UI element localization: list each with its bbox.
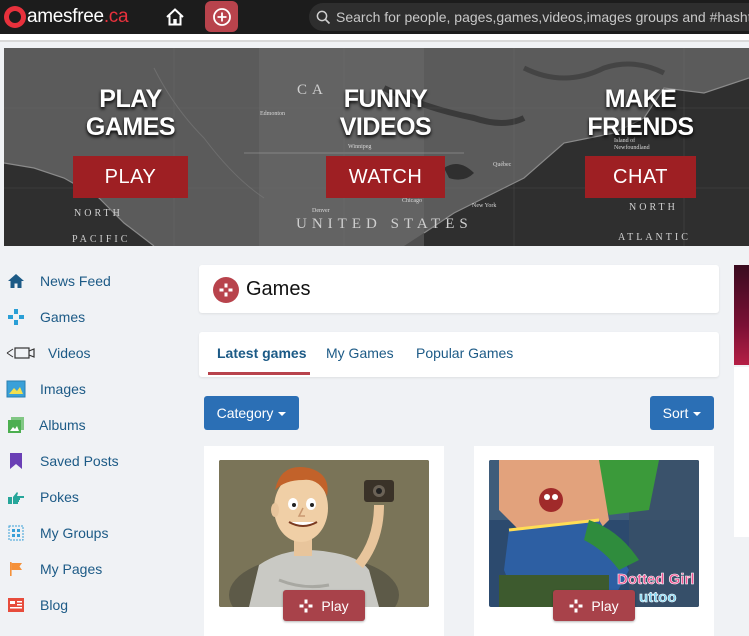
map-label-edmonton: Edmonton (260, 111, 285, 117)
home-icon (166, 8, 184, 26)
tab-popular-games[interactable]: Popular Games (416, 345, 513, 361)
cta-title-play-games: PLAY GAMES (85, 85, 176, 141)
game-thumbnail[interactable]: Dotted Girl uttoo (489, 460, 699, 607)
map-label-denver: Denver (312, 208, 330, 214)
home-button[interactable] (162, 4, 188, 30)
topbar-divider-line (0, 40, 749, 42)
game-thumbnail[interactable] (219, 460, 429, 607)
groups-icon (6, 523, 26, 543)
cta-title-funny-videos: FUNNY VIDEOS (339, 85, 432, 141)
blog-icon (6, 595, 26, 615)
site-logo[interactable]: amesfree.ca (4, 4, 129, 30)
sidebar-item-saved-posts[interactable]: Saved Posts (6, 449, 186, 473)
poke-icon (6, 487, 26, 507)
sidebar-item-albums[interactable]: Albums (6, 413, 186, 437)
sort-dropdown[interactable]: Sort (650, 396, 714, 430)
dotted-girl-thumbnail-icon: Dotted Girl uttoo (489, 460, 699, 607)
tab-my-games[interactable]: My Games (326, 345, 394, 361)
logo-text: amesfree.ca (27, 6, 129, 27)
image-icon (6, 379, 26, 399)
sidebar-item-my-pages[interactable]: My Pages (6, 557, 186, 581)
game-card[interactable]: Dotted Girl uttoo Play (474, 446, 714, 636)
sidebar-item-images[interactable]: Images (6, 377, 186, 401)
sidebar-item-my-groups[interactable]: My Groups (6, 521, 186, 545)
play-label: Play (321, 597, 349, 614)
search-bar[interactable] (309, 3, 749, 31)
sidebar-item-videos[interactable]: Videos (6, 341, 186, 365)
page-title: Games (246, 278, 311, 300)
sidebar-item-label: Blog (40, 597, 69, 613)
games-tabs: Latest games My Games Popular Games (199, 332, 719, 377)
flag-icon (6, 559, 26, 579)
game-logo-line2: uttoo (639, 589, 676, 606)
map-label-chicago: Chicago (402, 198, 422, 204)
category-dropdown[interactable]: Category (204, 396, 299, 430)
sidebar-item-blog[interactable]: Blog (6, 593, 186, 617)
search-input[interactable] (336, 9, 749, 25)
logo-mark-icon (4, 6, 26, 28)
category-dropdown-label: Category (216, 405, 274, 421)
play-label: Play (591, 597, 619, 614)
video-camera-icon (6, 343, 36, 363)
sidebar-item-label: Saved Posts (40, 453, 119, 469)
cta-funny-videos: FUNNY VIDEOS WATCH (326, 85, 445, 198)
gamepad-icon (299, 599, 313, 612)
sidebar-item-label: Pokes (40, 489, 79, 505)
right-sidebar-ad[interactable] (734, 265, 749, 365)
sidebar-item-label: My Pages (40, 561, 103, 577)
play-game-button[interactable]: Play (553, 590, 635, 621)
cta-make-friends: MAKE FRIENDS CHAT (585, 85, 696, 198)
gamepad-icon (569, 599, 583, 612)
play-button[interactable]: PLAY (73, 156, 188, 198)
watch-button[interactable]: WATCH (326, 156, 445, 198)
sidebar-item-label: News Feed (40, 273, 111, 289)
albums-icon (6, 415, 26, 435)
tab-latest-games[interactable]: Latest games (217, 345, 306, 361)
map-label-united-states: UNITED STATES (296, 216, 473, 232)
top-navbar: amesfree.ca (0, 0, 749, 34)
gamepad-icon (213, 277, 239, 303)
sidebar-item-label: Albums (39, 417, 86, 433)
game-logo-line1: Dotted Girl (617, 571, 695, 588)
map-label-north-right: NORTH (629, 202, 678, 213)
play-game-button[interactable]: Play (283, 590, 365, 621)
map-label-new-york: New York (472, 203, 497, 209)
active-tab-indicator (208, 372, 310, 375)
gamepad-icon (6, 307, 26, 327)
sidebar-item-news-feed[interactable]: News Feed (6, 269, 186, 293)
cta-play-games: PLAY GAMES PLAY (73, 85, 188, 198)
create-button[interactable] (205, 1, 238, 32)
right-sidebar-widget (734, 367, 749, 537)
sidebar-item-label: Images (40, 381, 86, 397)
chat-button[interactable]: CHAT (585, 156, 696, 198)
sidebar-item-pokes[interactable]: Pokes (6, 485, 186, 509)
chevron-down-icon (278, 412, 287, 416)
map-label-canada: CA (297, 82, 328, 98)
games-header-card: Games (199, 265, 719, 313)
sort-dropdown-label: Sort (662, 405, 689, 421)
sidebar-item-games[interactable]: Games (6, 305, 186, 329)
map-label-atlantic: ATLANTIC (618, 232, 691, 243)
game-card[interactable]: Play (204, 446, 444, 636)
map-label-pacific: PACIFIC (72, 234, 131, 245)
cta-title-make-friends: MAKE FRIENDS (587, 85, 694, 141)
home-icon (6, 271, 26, 291)
sidebar-item-label: Games (40, 309, 86, 325)
plus-circle-icon (212, 7, 231, 26)
chevron-down-icon (693, 412, 702, 416)
hero-banner: CA UNITED STATES NORTH PACIFIC NORTH ATL… (4, 48, 749, 246)
bookmark-icon (6, 451, 26, 471)
search-icon (316, 10, 331, 24)
map-label-north-left: NORTH (74, 208, 123, 219)
cartoon-man-thumbnail-icon (219, 460, 429, 607)
sidebar-item-label: Videos (48, 345, 91, 361)
sidebar-item-label: My Groups (40, 525, 109, 541)
map-label-quebec: Québec (493, 162, 512, 168)
